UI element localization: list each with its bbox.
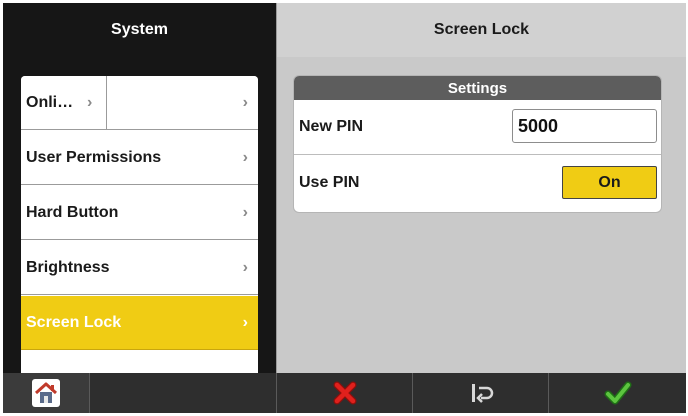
menu-item-brightness[interactable]: Brightness › <box>21 241 258 295</box>
settings-card: Settings New PIN Use PIN On <box>294 76 661 212</box>
confirm-button[interactable] <box>549 373 686 413</box>
divider <box>106 76 107 130</box>
screen-lock-panel: Settings New PIN Use PIN On <box>276 57 686 373</box>
menu-item-user-permissions[interactable]: User Permissions › <box>21 131 258 185</box>
chevron-right-icon: › <box>242 313 248 331</box>
screen: System Onli… › › User Permissions › Hard… <box>3 3 686 413</box>
chevron-right-icon[interactable]: › <box>243 94 248 112</box>
settings-title-label: Settings <box>447 79 508 97</box>
chevron-right-icon: › <box>242 203 248 221</box>
chevron-right-icon: › <box>242 258 248 276</box>
new-pin-row: New PIN <box>294 100 661 155</box>
menu-item-label: Screen Lock <box>26 313 122 331</box>
menu-item-label: User Permissions <box>26 148 162 166</box>
use-pin-value: On <box>598 173 621 191</box>
use-pin-label: Use PIN <box>299 173 360 191</box>
chevron-right-icon: › <box>242 148 248 166</box>
system-panel-header: System <box>3 3 276 57</box>
new-pin-label: New PIN <box>299 118 364 135</box>
checkmark-icon <box>604 381 631 405</box>
menu-item-label: Hard Button <box>26 203 119 221</box>
system-title: System <box>111 21 168 38</box>
bottom-toolbar <box>3 373 686 413</box>
menu-item-screen-lock[interactable]: Screen Lock › <box>21 296 258 350</box>
reset-icon <box>471 384 493 403</box>
screen-lock-header: Screen Lock <box>276 3 686 57</box>
cancel-button[interactable] <box>277 373 412 413</box>
system-menu-panel: Onli… › › User Permissions › Hard Button… <box>3 57 276 373</box>
menu-item-hard-button[interactable]: Hard Button › <box>21 186 258 240</box>
cancel-icon <box>333 381 356 405</box>
toolbar-separator <box>89 373 90 413</box>
reset-button[interactable] <box>413 373 548 413</box>
use-pin-row: Use PIN On <box>294 155 661 210</box>
menu-item-online[interactable]: Onli… › › <box>21 76 258 130</box>
home-icon <box>32 379 60 407</box>
settings-card-title: Settings <box>294 76 661 100</box>
menu-item-partial[interactable] <box>21 351 258 373</box>
new-pin-input[interactable] <box>512 109 657 143</box>
chevron-right-icon: › <box>87 93 93 111</box>
page-title: Screen Lock <box>433 21 530 38</box>
menu-item-label: Brightness <box>26 258 110 276</box>
menu-item-label: Onli… <box>26 93 74 111</box>
system-menu-list: Onli… › › User Permissions › Hard Button… <box>21 76 258 373</box>
home-button[interactable] <box>3 373 89 413</box>
use-pin-toggle[interactable]: On <box>562 166 657 199</box>
